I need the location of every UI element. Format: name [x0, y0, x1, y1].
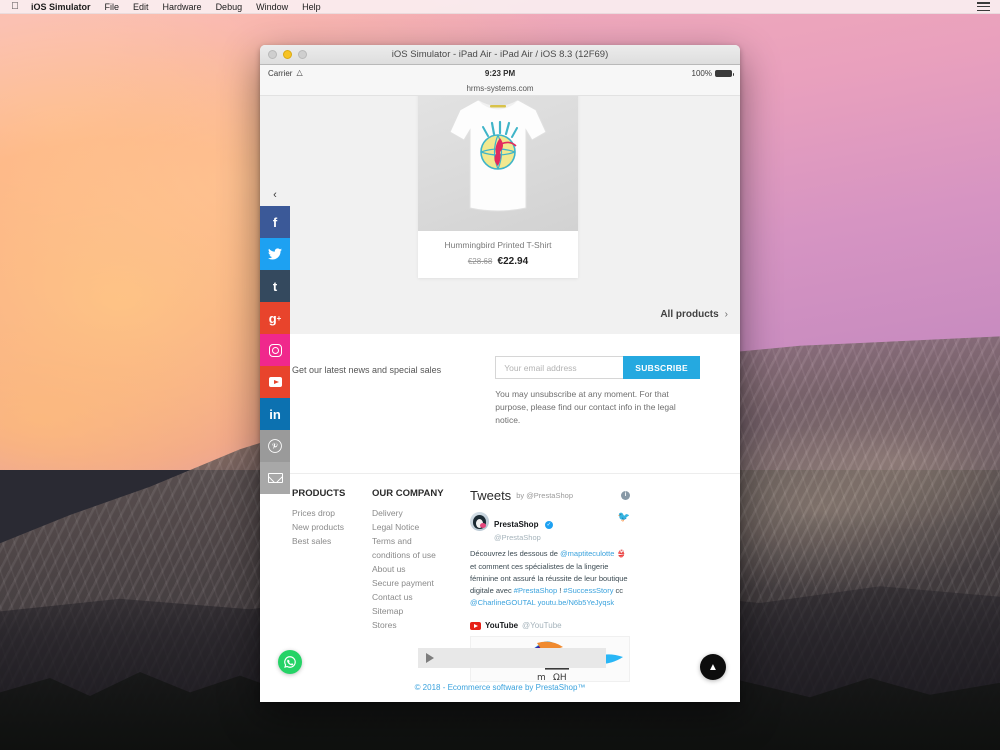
footer-link-sitemap[interactable]: Sitemap [372, 604, 452, 618]
avatar [470, 512, 489, 531]
youtube-icon [470, 621, 481, 630]
whatsapp-button[interactable] [278, 650, 302, 674]
footer-link-terms[interactable]: Terms and conditions of use [372, 534, 452, 562]
chevron-right-icon: › [724, 309, 728, 320]
share-googleplus-icon[interactable]: g + [260, 302, 290, 334]
product-card[interactable]: Hummingbird Printed T-Shirt €28.68 €22.9… [418, 96, 578, 278]
footer-link-prices-drop[interactable]: Prices drop [292, 506, 360, 520]
share-pinterest-icon[interactable] [260, 430, 290, 462]
subscribe-button[interactable]: SUBSCRIBE [623, 356, 700, 379]
tweet-seg-1[interactable]: @maptiteculotte [560, 549, 614, 558]
info-icon[interactable]: i [621, 491, 630, 500]
share-tumblr-icon[interactable]: t [260, 270, 290, 302]
product-image [418, 96, 578, 231]
tweet-seg-0: Découvrez les dessous de [470, 549, 561, 559]
footer-link-contact-us[interactable]: Contact us [372, 590, 452, 604]
footer-link-best-sales[interactable]: Best sales [292, 534, 360, 548]
tweet-seg-7[interactable]: @CharlineGOUTAL [470, 598, 536, 607]
webview: Hummingbird Printed T-Shirt €28.68 €22.9… [260, 96, 740, 702]
tweet-card[interactable]: PrestaShop ✓ @PrestaShop 🐦 Découvrez les… [470, 512, 630, 609]
tshirt-illustration [449, 99, 547, 212]
verified-badge-icon: ✓ [544, 521, 553, 529]
footer-link-delivery[interactable]: Delivery [372, 506, 452, 520]
tweet-author-names: PrestaShop ✓ @PrestaShop [494, 512, 553, 542]
chevron-up-icon: ▲ [708, 661, 718, 673]
play-icon[interactable] [426, 653, 434, 663]
product-price-old: €28.68 [467, 257, 493, 266]
share-email-icon[interactable] [260, 462, 290, 494]
product-prices: €28.68 €22.94 [424, 256, 572, 267]
social-share-bar: ‹ f t g + in [260, 184, 290, 494]
footer-link-about-us[interactable]: About us [372, 562, 452, 576]
macos-menubar:  iOS Simulator File Edit Hardware Debug… [0, 0, 1000, 14]
apple-icon[interactable]:  [6, 1, 24, 12]
menu-item-file[interactable]: File [98, 0, 127, 14]
twitter-bird-icon: 🐦 [617, 512, 630, 523]
youtube-handle[interactable]: @YouTube [522, 621, 562, 630]
newsletter-note: You may unsubscribe at any moment. For t… [495, 389, 676, 426]
menu-item-window[interactable]: Window [249, 0, 295, 14]
tweet-text: Découvrez les dessous de @maptiteculotte… [470, 548, 630, 609]
product-name[interactable]: Hummingbird Printed T-Shirt [424, 240, 572, 250]
newsletter-section: Get our latest news and special sales SU… [260, 334, 740, 474]
browser-url-bar[interactable]: hrms-systems.com [260, 81, 740, 96]
scroll-to-top-button[interactable]: ▲ [700, 654, 726, 680]
ios-simulator-window[interactable]: iOS Simulator - iPad Air - iPad Air / iO… [260, 45, 740, 702]
whatsapp-icon [284, 656, 296, 668]
battery-icon [715, 69, 734, 77]
footer-link-new-products[interactable]: New products [292, 520, 360, 534]
newsletter-text: Get our latest news and special sales [292, 365, 442, 375]
twitter-widget-header: Tweets by @PrestaShop i [470, 488, 630, 503]
all-products-label: All products [660, 309, 719, 320]
tweet-author: PrestaShop ✓ @PrestaShop 🐦 [470, 512, 630, 542]
window-titlebar[interactable]: iOS Simulator - iPad Air - iPad Air / iO… [260, 45, 740, 65]
share-facebook-icon[interactable]: f [260, 206, 290, 238]
share-instagram-icon[interactable] [260, 334, 290, 366]
share-youtube-icon[interactable] [260, 366, 290, 398]
footer-title-products: PRODUCTS [292, 488, 346, 499]
window-title: iOS Simulator - iPad Air - iPad Air / iO… [391, 48, 609, 60]
newsletter-form: SUBSCRIBE You may unsubscribe at any mom… [495, 356, 700, 428]
footer-link-legal-notice[interactable]: Legal Notice [372, 520, 452, 534]
youtube-card-header: YouTube @YouTube [470, 621, 630, 630]
footer-title-our-company: OUR COMPANY [372, 488, 444, 499]
twitter-heading-by[interactable]: by @PrestaShop [516, 491, 573, 500]
status-time: 9:23 PM [484, 68, 516, 78]
tweet-seg-5[interactable]: #SuccessStory [563, 586, 613, 595]
tweet-author-handle: @PrestaShop [494, 533, 541, 542]
product-info: Hummingbird Printed T-Shirt €28.68 €22.9… [418, 231, 578, 278]
twitter-widget: Tweets by @PrestaShop i PrestaShop ✓ @Pr… [470, 488, 630, 702]
site-footer: PRODUCTS Prices drop New products Best s… [260, 474, 740, 702]
copyright-text: © 2018 - Ecommerce software by PrestaSho… [414, 683, 586, 692]
svg-text:ΩH: ΩH [553, 673, 567, 682]
footer-link-stores[interactable]: Stores [372, 618, 452, 632]
ios-status-bar: Carrier △ 9:23 PM 100% [260, 65, 740, 81]
newsletter-input-row: SUBSCRIBE [495, 356, 700, 379]
menu-item-debug[interactable]: Debug [209, 0, 250, 14]
featured-products-section: Hummingbird Printed T-Shirt €28.68 €22.9… [260, 96, 740, 334]
youtube-name: YouTube [485, 621, 519, 631]
footer-column-our-company: OUR COMPANY Delivery Legal Notice Terms … [372, 488, 452, 702]
tweet-seg-6: cc [613, 585, 624, 595]
newsletter-email-input[interactable] [495, 356, 624, 379]
all-products-link[interactable]: All products › [660, 309, 728, 320]
product-price-new: €22.94 [497, 256, 529, 267]
tweet-seg-9[interactable]: youtu.be/N6b5YeJyqsk [538, 598, 614, 607]
menu-item-edit[interactable]: Edit [126, 0, 156, 14]
list-icon[interactable] [977, 2, 990, 11]
share-twitter-icon[interactable] [260, 238, 290, 270]
media-player-bar[interactable] [418, 648, 606, 668]
svg-text:m: m [537, 673, 546, 682]
url-text: hrms-systems.com [466, 84, 534, 93]
tweet-seg-3[interactable]: #PrestaShop [514, 586, 557, 595]
menu-item-help[interactable]: Help [295, 0, 328, 14]
tweet-author-name: PrestaShop [494, 520, 539, 529]
footer-link-secure-payment[interactable]: Secure payment [372, 576, 452, 590]
share-bar-collapse-toggle[interactable]: ‹ [260, 184, 290, 206]
share-linkedin-icon[interactable]: in [260, 398, 290, 430]
menu-item-ios-simulator[interactable]: iOS Simulator [24, 0, 98, 14]
twitter-heading: Tweets [470, 488, 512, 503]
footer-column-products: PRODUCTS Prices drop New products Best s… [292, 488, 360, 702]
menu-item-hardware[interactable]: Hardware [156, 0, 209, 14]
